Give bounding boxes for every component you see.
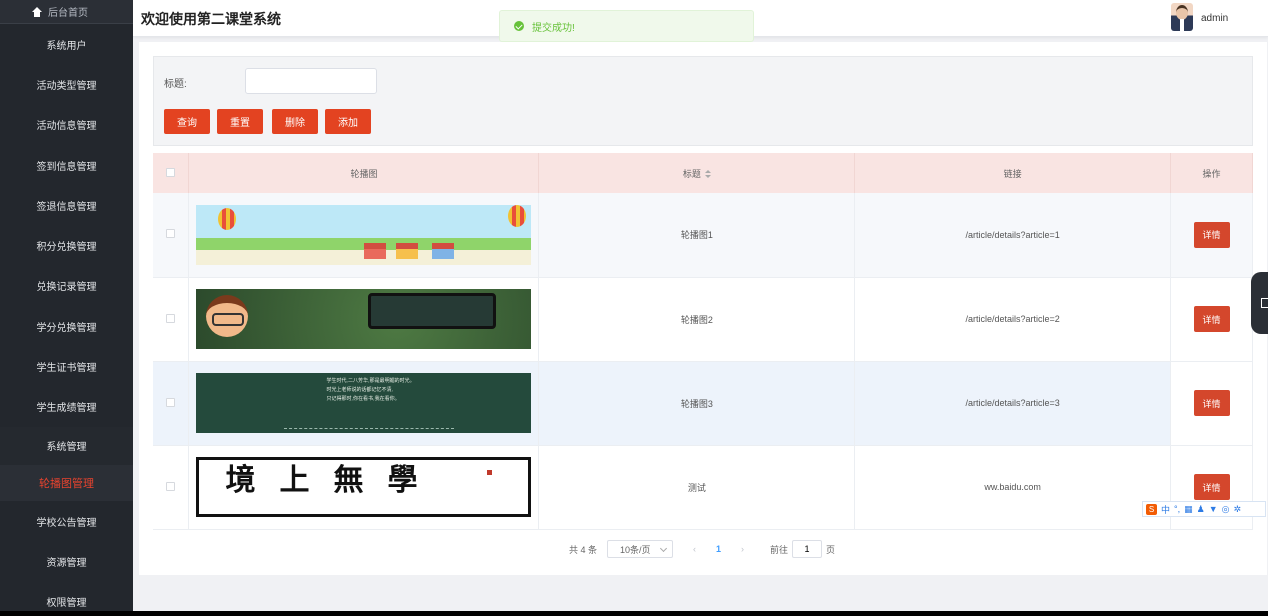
detail-button[interactable]: 详情	[1193, 474, 1230, 500]
house-shape	[396, 242, 419, 259]
table-header: 轮播图 标题 链接 操作	[153, 153, 1253, 193]
banner-poem-text: 学生时代,二八芳华,那是最明媚的时光。 时光上老师说的话都记忆不清, 只记得那时…	[326, 378, 415, 402]
house-shape	[432, 242, 455, 259]
bottom-edge	[0, 611, 1268, 616]
detail-button[interactable]: 详情	[1193, 306, 1230, 332]
row-link: /article/details?article=3	[854, 361, 1171, 446]
sidebar: 后台首页 系统用户 活动类型管理 活动信息管理 签到信息管理 签退信息管理 积分…	[0, 0, 133, 616]
row-checkbox[interactable]	[166, 397, 176, 407]
ime-logo-icon[interactable]: S	[1146, 503, 1157, 515]
sidebar-item-credit-exchange[interactable]: 学分兑换管理	[0, 306, 133, 347]
row-checkbox[interactable]	[166, 313, 176, 323]
add-button[interactable]: 添加	[325, 109, 371, 134]
column-header-image: 轮播图	[188, 153, 540, 193]
carousel-table: 轮播图 标题 链接 操作 轮播图1 /article/details?artic…	[153, 153, 1253, 530]
keyboard-icon[interactable]: ▦	[1184, 504, 1193, 515]
sidebar-item-system[interactable]: 系统管理	[0, 426, 133, 465]
success-check-icon	[514, 21, 524, 31]
carousel-image: 境上無學	[196, 457, 532, 517]
username[interactable]: admin	[1201, 13, 1228, 24]
gear-icon[interactable]: ✲	[1234, 504, 1242, 515]
table-row: 学生时代,二八芳华,那是最明媚的时光。 时光上老师说的话都记忆不清, 只记得那时…	[153, 361, 1253, 446]
sidebar-item-activity-info[interactable]: 活动信息管理	[0, 104, 133, 145]
sidebar-item-certificates[interactable]: 学生证书管理	[0, 346, 133, 387]
next-page-button[interactable]: ›	[741, 544, 744, 554]
sidebar-item-system-users[interactable]: 系统用户	[0, 24, 133, 65]
detail-button[interactable]: 详情	[1193, 390, 1230, 416]
pagination: 共 4 条 10条/页 ‹ 1 › 前往 页	[569, 540, 835, 558]
column-header-action: 操作	[1170, 153, 1253, 193]
column-header-link: 链接	[854, 153, 1171, 193]
seal-mark	[487, 470, 493, 475]
carousel-image	[196, 204, 532, 265]
query-button[interactable]: 查询	[164, 109, 210, 134]
sidebar-home-label: 后台首页	[48, 8, 88, 19]
delete-button[interactable]: 删除	[272, 109, 318, 134]
row-title: 测试	[538, 445, 856, 530]
search-panel: 标题: 查询 重置 删除 添加	[153, 56, 1253, 146]
calligraphy-text: 境上無學	[225, 463, 442, 498]
ime-mode[interactable]: 中	[1161, 503, 1170, 516]
page-title: 欢迎使用第二课堂系统	[141, 11, 281, 27]
row-title: 轮播图1	[538, 193, 856, 278]
balloon-shape	[508, 204, 527, 227]
goto-page-input[interactable]	[792, 540, 823, 558]
circle-icon[interactable]: ◎	[1222, 504, 1230, 515]
doodle-shape	[284, 409, 455, 429]
balloon-shape	[218, 207, 237, 230]
sidebar-item-announcements[interactable]: 学校公告管理	[0, 500, 133, 542]
sidebar-item-sign-out[interactable]: 签退信息管理	[0, 185, 133, 226]
main-content: 标题: 查询 重置 删除 添加 轮播图 标题 链接 操作 轮播图1 /artic…	[139, 42, 1267, 575]
sidebar-item-sign-in[interactable]: 签到信息管理	[0, 144, 133, 186]
total-count: 共 4 条	[569, 544, 598, 555]
punctuation-icon[interactable]: °,	[1174, 504, 1180, 514]
user-icon[interactable]: ♟	[1197, 504, 1205, 515]
row-checkbox[interactable]	[166, 481, 176, 491]
detail-button[interactable]: 详情	[1193, 221, 1230, 248]
page-size-select[interactable]: 10条/页	[607, 540, 674, 558]
floating-side-tab[interactable]	[1251, 272, 1268, 334]
title-filter-input[interactable]	[245, 68, 377, 94]
prev-page-button[interactable]: ‹	[693, 544, 696, 554]
sidebar-item-points-exchange[interactable]: 积分兑换管理	[0, 225, 133, 266]
ime-toolbar[interactable]: S 中 °, ▦ ♟ ▼ ◎ ✲	[1142, 501, 1266, 517]
carousel-image: 学生时代,二八芳华,那是最明媚的时光。 时光上老师说的话都记忆不清, 只记得那时…	[196, 373, 532, 433]
page-suffix: 页	[826, 544, 836, 555]
row-link: /article/details?article=2	[854, 277, 1171, 362]
carousel-image	[196, 289, 532, 349]
sidebar-item-exchange-records[interactable]: 兑换记录管理	[0, 265, 133, 307]
avatar[interactable]	[1171, 3, 1193, 31]
toast-message: 提交成功!	[532, 22, 575, 34]
sidebar-item-resources[interactable]: 资源管理	[0, 541, 133, 582]
row-title: 轮播图2	[538, 277, 856, 362]
sidebar-item-activity-types[interactable]: 活动类型管理	[0, 64, 133, 105]
row-title: 轮播图3	[538, 361, 856, 446]
select-all-checkbox[interactable]	[166, 167, 176, 177]
row-link: /article/details?article=1	[854, 193, 1171, 278]
column-header-title[interactable]: 标题	[538, 153, 856, 193]
success-toast: 提交成功!	[499, 10, 754, 42]
skin-icon[interactable]: ▼	[1209, 504, 1218, 514]
table-row: 轮播图1 /article/details?article=1 详情	[153, 193, 1253, 278]
cartoon-face-shape	[206, 295, 249, 337]
page-number[interactable]: 1	[716, 544, 721, 554]
sidebar-item-grades[interactable]: 学生成绩管理	[0, 386, 133, 427]
chalkboard-shape	[368, 293, 497, 329]
goto-label: 前往	[770, 544, 789, 555]
select-all-cell	[153, 153, 190, 193]
house-shape	[364, 242, 387, 259]
sidebar-home[interactable]: 后台首页	[0, 0, 133, 24]
title-filter-label: 标题:	[164, 79, 187, 90]
row-checkbox[interactable]	[166, 229, 176, 239]
reset-button[interactable]: 重置	[217, 109, 263, 134]
table-row: 境上無學 测试 ww.baidu.com 详情	[153, 445, 1253, 530]
table-row: 轮播图2 /article/details?article=2 详情	[153, 277, 1253, 362]
row-link: ww.baidu.com	[854, 445, 1171, 530]
home-icon	[32, 6, 42, 17]
sort-icon[interactable]	[704, 169, 711, 179]
sidebar-item-carousel[interactable]: 轮播图管理	[0, 465, 133, 501]
